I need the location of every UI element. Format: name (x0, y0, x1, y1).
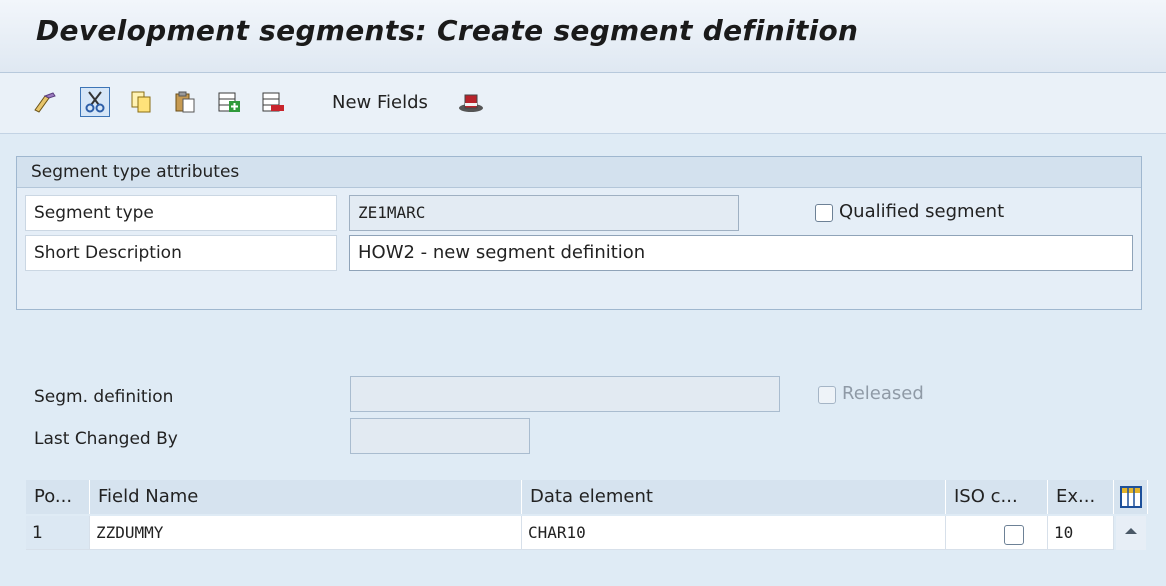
title-bar: Development segments: Create segment def… (0, 0, 1166, 73)
new-fields-button[interactable]: New Fields (332, 92, 428, 113)
column-header-iso[interactable]: ISO c... (946, 480, 1048, 514)
segment-attributes-group: Segment type attributes Segment type ZE1… (16, 156, 1142, 310)
paste-icon[interactable] (170, 87, 200, 117)
last-changed-field[interactable] (350, 418, 530, 454)
column-header-field-name[interactable]: Field Name (90, 480, 522, 514)
insert-row-icon[interactable] (214, 87, 244, 117)
copy-icon[interactable] (126, 87, 156, 117)
segment-type-label: Segment type (25, 195, 337, 231)
fields-table: Po... Field Name Data element ISO c... E… (26, 480, 1150, 586)
qualified-segment-label: Qualified segment (839, 201, 1005, 222)
column-header-ext[interactable]: Ex... (1048, 480, 1114, 514)
column-header-data-element[interactable]: Data element (522, 480, 946, 514)
segm-definition-label: Segm. definition (34, 387, 174, 407)
qualified-segment-checkbox[interactable] (815, 204, 833, 222)
column-header-position[interactable]: Po... (26, 480, 90, 514)
table-cell-data-element[interactable]: CHAR10 (522, 516, 946, 550)
segm-definition-field[interactable] (350, 376, 780, 412)
segment-type-field[interactable]: ZE1MARC (349, 195, 739, 231)
column-settings-icon[interactable] (1114, 480, 1148, 514)
table-cell-iso[interactable] (946, 516, 1048, 550)
hat-icon[interactable] (456, 87, 486, 117)
cut-icon[interactable] (80, 87, 110, 117)
page-title: Development segments: Create segment def… (36, 14, 859, 47)
scroll-up-button[interactable] (1116, 516, 1146, 550)
table-cell-position[interactable]: 1 (26, 516, 90, 550)
pencil-icon[interactable] (30, 87, 60, 117)
released-label: Released (842, 383, 924, 404)
iso-checkbox[interactable] (1004, 525, 1024, 545)
table-cell-ext[interactable]: 10 (1048, 516, 1114, 550)
short-description-input[interactable]: HOW2 - new segment definition (349, 235, 1133, 271)
delete-row-icon[interactable] (258, 87, 288, 117)
last-changed-label: Last Changed By (34, 429, 178, 449)
group-title: Segment type attributes (17, 157, 1141, 188)
application-toolbar: New Fields (0, 73, 1166, 134)
short-description-label: Short Description (25, 235, 337, 271)
table-cell-field-name[interactable]: ZZDUMMY (90, 516, 522, 550)
released-checkbox[interactable] (818, 386, 836, 404)
